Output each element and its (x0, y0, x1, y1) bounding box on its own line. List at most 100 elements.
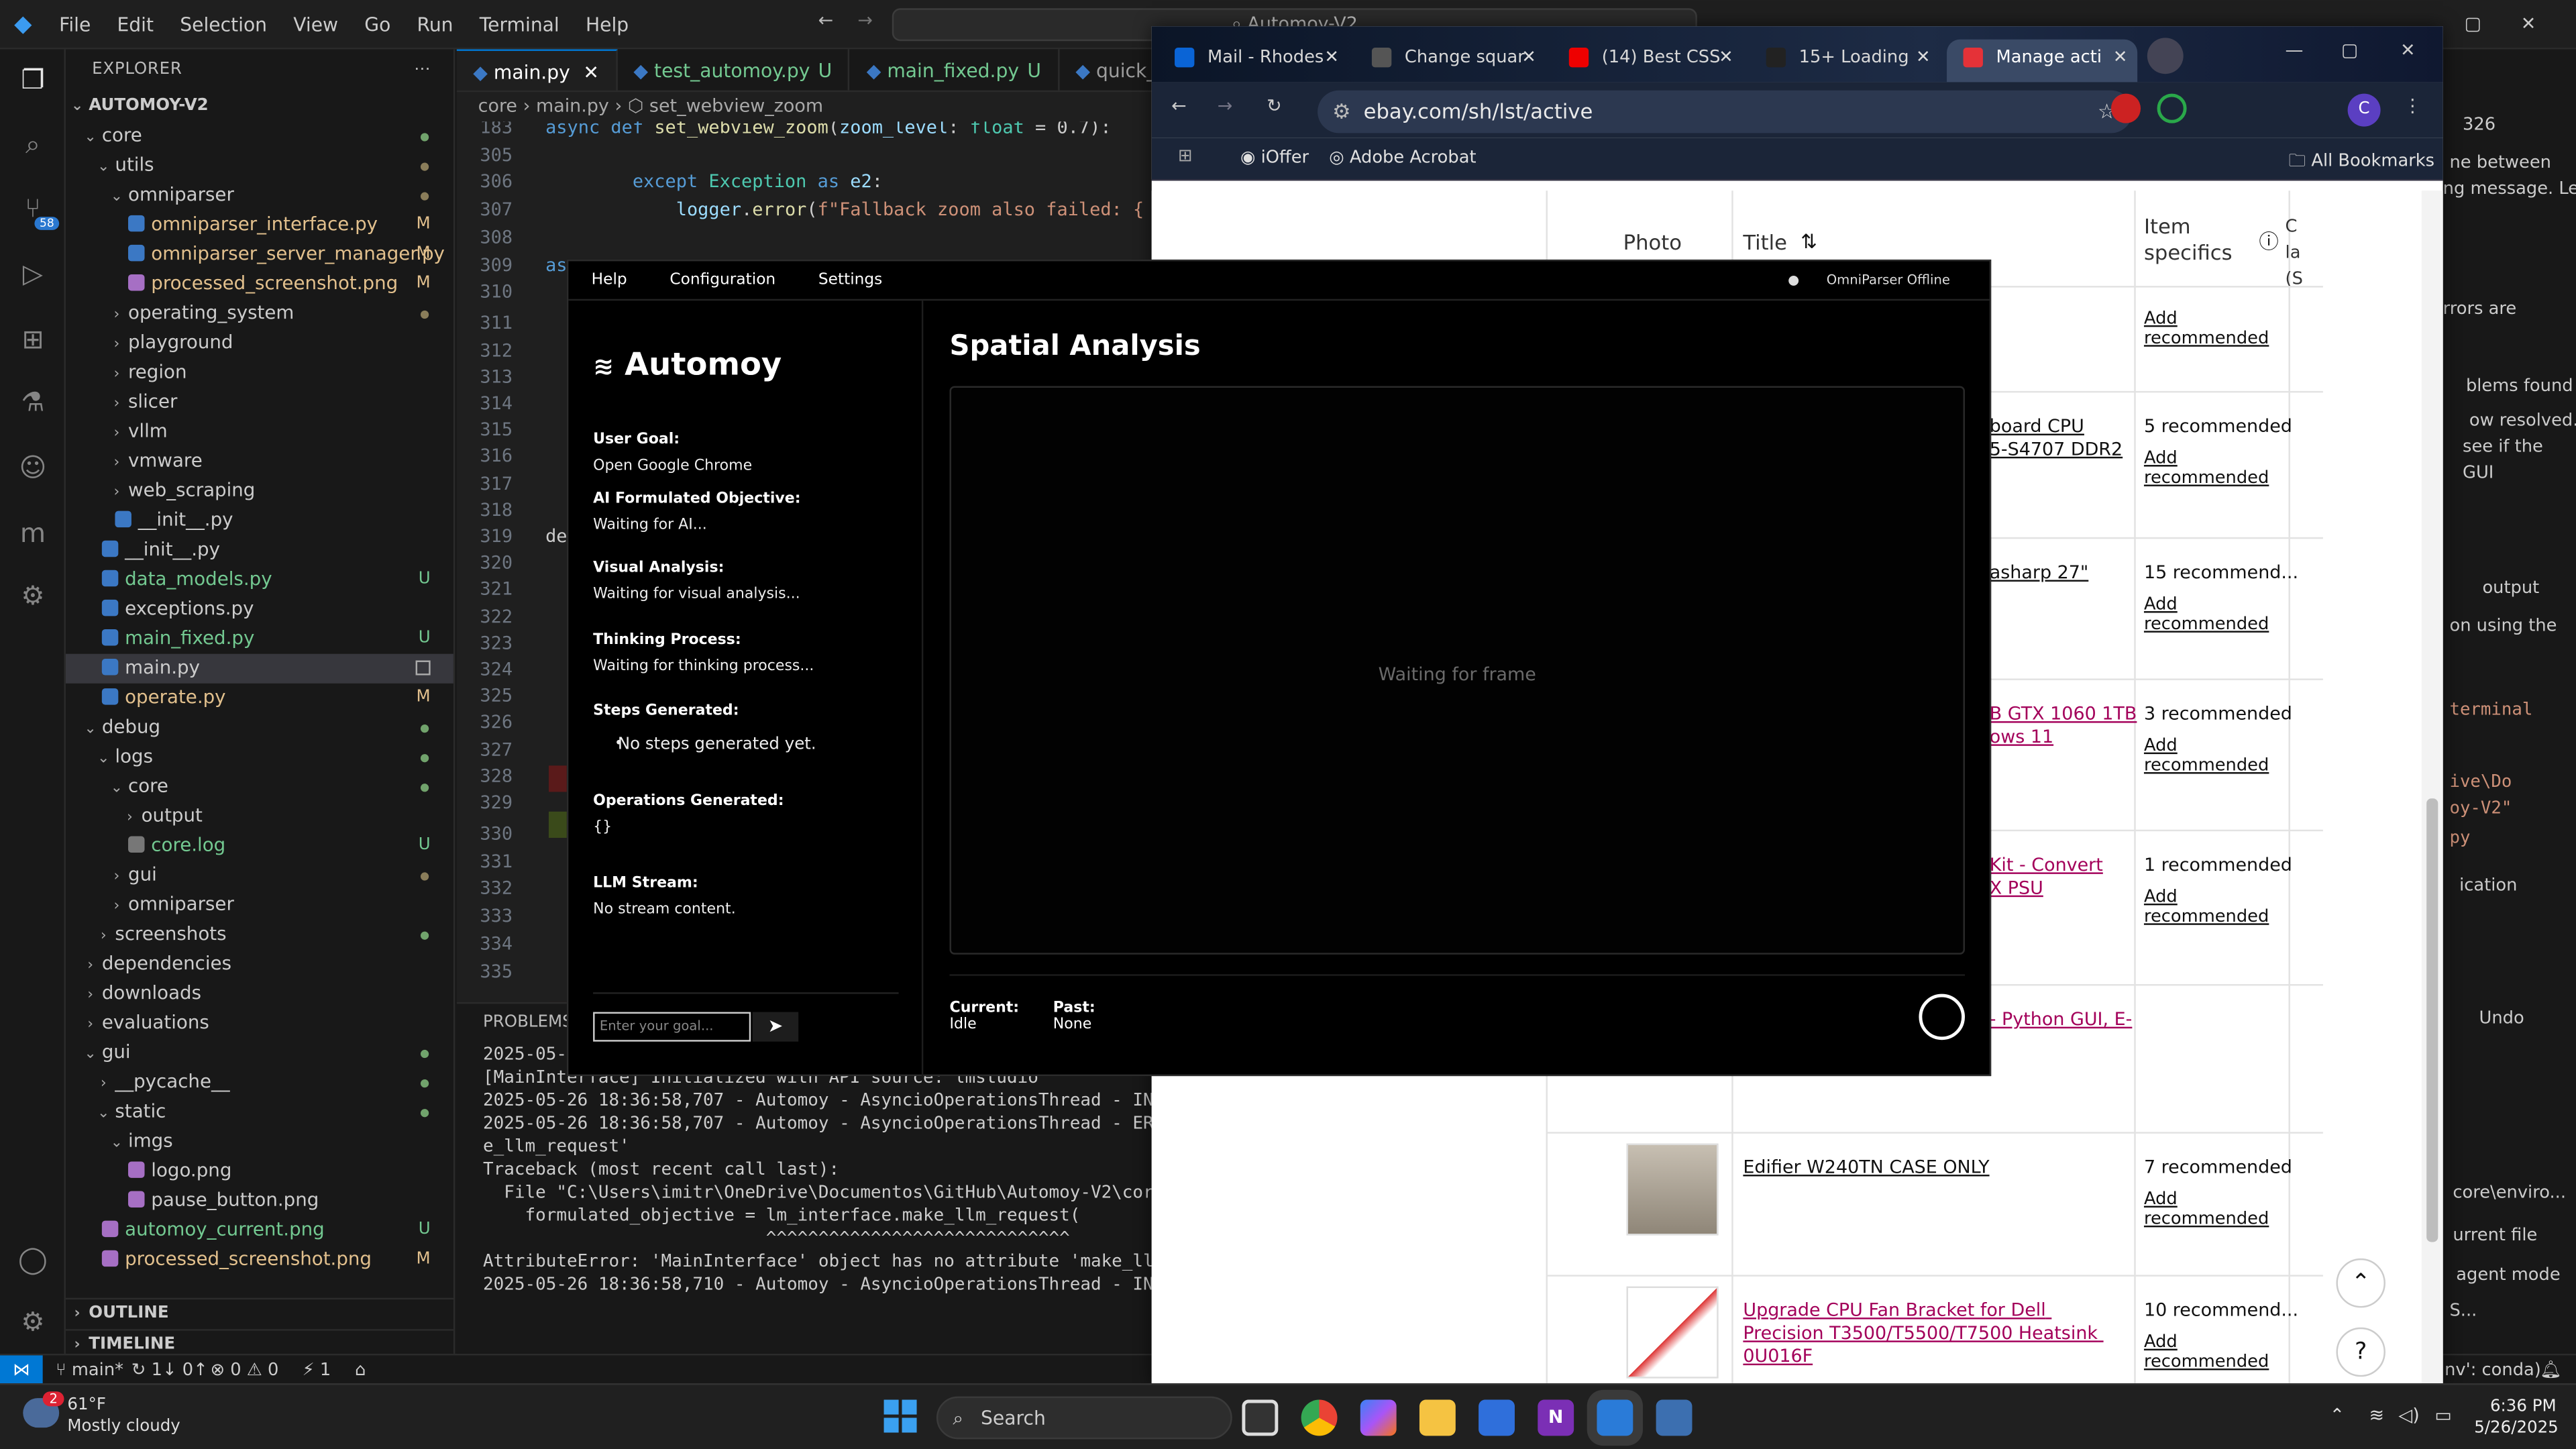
tree-item[interactable]: processed_screenshot.png M (66, 270, 453, 299)
browser-tab[interactable]: Mail - Rhodes ✕ (1159, 40, 1349, 83)
all-bookmarks[interactable]: 🗀︎ All Bookmarks (2288, 148, 2434, 177)
back-icon[interactable]: ← (1171, 95, 1187, 117)
manage-gear-icon[interactable]: ⚙ (13, 1301, 53, 1341)
breadcrumb-symbol[interactable]: set_webview_zoom (649, 95, 823, 117)
back-arrow-icon[interactable]: ← (818, 10, 834, 32)
remote-explorer-icon[interactable]: ⚙ (13, 575, 53, 614)
taskbar-search[interactable]: ⌕ Search (936, 1396, 1232, 1440)
clock[interactable]: 6:36 PM 5/26/2025 (2474, 1397, 2559, 1440)
tree-item[interactable]: data_models.py U (66, 565, 453, 594)
breadcrumb-file[interactable]: main.py (536, 95, 609, 117)
vscode-taskbar-icon[interactable] (1597, 1399, 1633, 1436)
menu-help[interactable]: Help (568, 271, 647, 289)
search-icon[interactable]: ⌕ (13, 125, 53, 164)
add-recommended-link[interactable]: Add recommended (2144, 1189, 2275, 1229)
menu-run[interactable]: Run (404, 0, 466, 48)
store-icon[interactable] (1479, 1399, 1515, 1436)
tree-item[interactable]: ⌄ utils (66, 151, 453, 180)
address-bar[interactable]: ⚙ ebay.com/sh/lst/active ☆ (1318, 90, 2133, 133)
tree-item[interactable]: › web_scraping (66, 476, 453, 506)
menu-settings[interactable]: Settings (796, 271, 902, 289)
branch-indicator[interactable]: ⑂ main* (56, 1355, 123, 1385)
tree-item[interactable]: › vllm (66, 417, 453, 447)
menu-file[interactable]: File (46, 0, 104, 48)
chrome-menu-icon[interactable]: ⋮ (2404, 95, 2422, 117)
more-actions-icon[interactable]: ⋯ (414, 49, 431, 92)
listing-title-link[interactable]: Edifier W240TN CASE ONLY (1743, 1157, 2104, 1179)
tree-item[interactable]: › playground (66, 329, 453, 358)
tree-item[interactable]: ⌄ core (66, 772, 453, 802)
forward-arrow-icon[interactable]: → (857, 10, 873, 32)
close-window-icon[interactable]: ✕ (2521, 0, 2536, 49)
tree-item[interactable]: › __pycache__ (66, 1068, 453, 1097)
send-button[interactable]: ➤ (752, 1012, 799, 1042)
tree-item[interactable]: ⌄ core (66, 121, 453, 151)
browser-tab[interactable]: Manage acti ✕ (1947, 39, 2138, 83)
reload-icon[interactable]: ↻ (1267, 95, 1282, 117)
editor-tab[interactable]: ◆ test_automoy.py U (617, 49, 851, 91)
menu-terminal[interactable]: Terminal (466, 0, 572, 48)
timeline-section[interactable]: › TIMELINE (65, 1329, 453, 1354)
close-tab-icon[interactable]: ✕ (583, 61, 599, 84)
extensions-icon[interactable]: ⊞ (13, 319, 53, 358)
tree-item[interactable]: __init__.py (66, 506, 453, 535)
tree-item[interactable]: ⌄ static (66, 1097, 453, 1127)
conda-indicator[interactable]: nv': conda) (2445, 1355, 2541, 1385)
close-tab-icon[interactable]: ✕ (2113, 40, 2128, 76)
listing-photo[interactable] (1626, 1286, 1719, 1379)
problems-indicator[interactable]: ⊗ 0 ⚠ 0 (210, 1355, 278, 1385)
tree-item[interactable]: ⌄ imgs (66, 1127, 453, 1157)
sort-icon[interactable]: ⇅ (1801, 230, 1817, 253)
tree-item[interactable]: pause_button.png (66, 1186, 453, 1216)
maximize-icon[interactable]: ▢ (2464, 0, 2481, 49)
listing-title-link[interactable]: B GTX 1060 1TB ows 11 (1990, 703, 2137, 749)
tree-item[interactable]: main_fixed.py U (66, 625, 453, 654)
browser-tab[interactable]: 15+ Loading ✕ (1750, 40, 1940, 83)
run-debug-icon[interactable]: ▷ (13, 253, 53, 292)
tree-item[interactable]: › gui (66, 861, 453, 890)
tree-item[interactable]: › screenshots (66, 920, 453, 949)
account-icon[interactable]: ◯ (13, 1239, 53, 1279)
m-extension-icon[interactable]: m (13, 513, 53, 552)
file-explorer-icon[interactable] (1419, 1399, 1456, 1436)
editor-tab[interactable]: ◆ main_fixed.py U (850, 49, 1059, 91)
onenote-icon[interactable]: N (1538, 1399, 1574, 1436)
copilot-taskbar-icon[interactable] (1360, 1399, 1397, 1436)
tree-item[interactable]: main.py (65, 653, 453, 684)
explorer-icon[interactable]: ❐ (13, 59, 53, 99)
tree-item[interactable]: ⌄ debug (66, 713, 453, 743)
add-recommended-link[interactable]: Add recommended (2144, 887, 2275, 926)
battery-icon[interactable]: ▭ (2434, 1405, 2451, 1426)
tree-item[interactable]: __init__.py (66, 535, 453, 565)
tree-item[interactable]: › operating_system (66, 299, 453, 329)
goal-input[interactable]: Enter your goal... (593, 1012, 751, 1042)
close-tab-icon[interactable]: ✕ (1521, 40, 1536, 76)
tree-item[interactable]: omniparser_server_manager.py M (66, 240, 453, 270)
profile-avatar[interactable]: C (2347, 93, 2381, 127)
help-button[interactable]: ? (2336, 1327, 2385, 1377)
terminal-output[interactable]: 2025-05-26 18:36:58,705 - Automoy - Asyn… (457, 1043, 1185, 1296)
root-folder[interactable]: ⌄ AUTOMOY-V2 (66, 92, 453, 121)
add-recommended-link[interactable]: Add recommended (2144, 595, 2275, 635)
tree-item[interactable]: logo.png (66, 1157, 453, 1186)
home-icon[interactable]: ⌂ (355, 1355, 366, 1385)
scroll-top-button[interactable]: ⌃ (2336, 1258, 2385, 1308)
listing-title-link[interactable]: board CPU 5-S4707 DDR2 (1990, 416, 2137, 462)
tree-item[interactable]: processed_screenshot.png M (66, 1245, 453, 1275)
outline-section[interactable]: › OUTLINE (66, 1299, 453, 1329)
testing-icon[interactable]: ⚗ (13, 381, 53, 421)
record-button[interactable] (1919, 994, 1966, 1040)
minimize-icon[interactable]: — (2286, 40, 2304, 61)
new-tab-button[interactable] (2147, 38, 2184, 74)
ports-indicator[interactable]: ⚡ 1 (303, 1355, 331, 1385)
close-icon[interactable]: ✕ (2400, 40, 2416, 61)
scrollbar-thumb[interactable] (2426, 798, 2438, 1242)
tree-item[interactable]: › vmware (66, 447, 453, 476)
site-info-icon[interactable]: ⚙ (1332, 91, 1350, 133)
extension-red-icon[interactable] (2110, 93, 2141, 123)
tree-item[interactable]: automoy_current.png U (66, 1216, 453, 1245)
tree-item[interactable]: › downloads (66, 979, 453, 1009)
tree-item[interactable]: › evaluations (66, 1009, 453, 1038)
close-tab-icon[interactable]: ✕ (1916, 40, 1931, 76)
table-header[interactable]: Item specifics (2144, 213, 2262, 266)
